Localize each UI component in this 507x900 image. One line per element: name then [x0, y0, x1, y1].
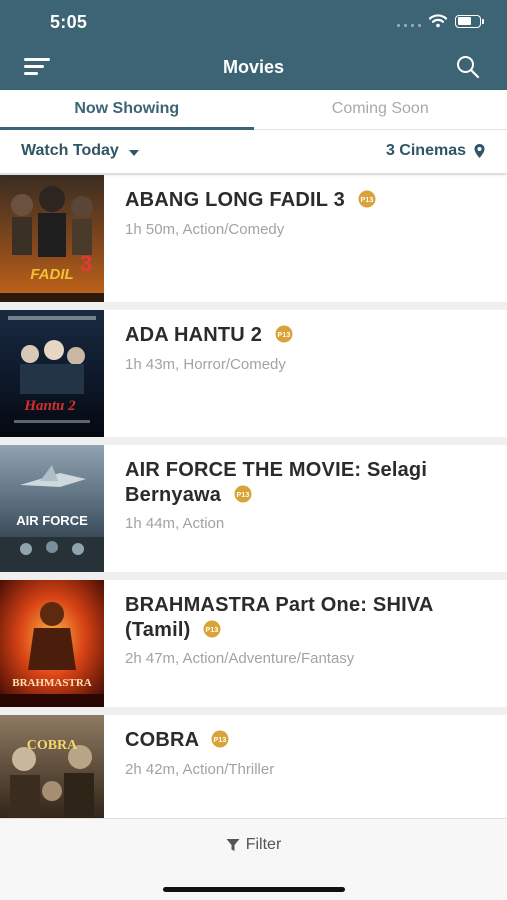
rating-badge-icon: P13	[234, 485, 252, 503]
movie-title: ADA HANTU 2 P13	[125, 323, 479, 348]
tab-bar: Now Showing Coming Soon	[0, 90, 507, 130]
location-pin-icon	[474, 144, 485, 158]
app-header: 5:05 Movies	[0, 0, 507, 90]
wifi-icon	[429, 14, 447, 28]
abang-long-fadil-poster: FADIL 3	[0, 175, 104, 302]
movie-title-text-line2: (Tamil)	[125, 619, 191, 641]
filter-funnel-icon	[226, 839, 240, 851]
cinema-selector[interactable]: 3 Cinemas	[386, 142, 485, 160]
cinema-selector-label: 3 Cinemas	[385, 142, 466, 159]
movie-title: AIR FORCE THE MOVIE: Selagi Bernyawa P13	[125, 458, 479, 508]
tab-coming-soon[interactable]: Coming Soon	[254, 90, 507, 129]
svg-text:BRAHMASTRA: BRAHMASTRA	[12, 677, 92, 689]
ada-hantu-poster: Hantu 2	[0, 310, 104, 437]
svg-text:3: 3	[80, 251, 92, 276]
movie-title-text-line2: Bernyawa	[125, 484, 222, 506]
search-button[interactable]	[455, 54, 481, 80]
signal-icon	[397, 15, 421, 27]
svg-text:AIR FORCE: AIR FORCE	[16, 513, 88, 528]
movie-meta: 1h 44m, Action	[125, 515, 225, 532]
rating-badge-icon: P13	[211, 730, 229, 748]
date-dropdown-label: Watch Today	[21, 142, 119, 159]
home-indicator[interactable]	[163, 887, 345, 892]
movie-meta: 1h 43m, Horror/Comedy	[125, 356, 286, 373]
filter-button[interactable]: Filter	[0, 836, 507, 854]
date-dropdown[interactable]: Watch Today	[21, 142, 139, 160]
rating-badge-icon: P13	[358, 190, 376, 208]
movie-list: FADIL 3 ABANG LONG FADIL 3 P13 1h 50m, A…	[0, 173, 507, 818]
movie-title: COBRA P13	[125, 728, 479, 753]
movie-title-text: AIR FORCE THE MOVIE: Selagi	[125, 459, 428, 481]
svg-text:FADIL: FADIL	[30, 266, 73, 283]
movie-title-text: BRAHMASTRA Part One: SHIVA	[125, 594, 434, 616]
rating-badge-icon: P13	[203, 620, 221, 638]
svg-text:P13: P13	[277, 332, 290, 339]
movie-title-text: COBRA	[125, 729, 199, 751]
battery-icon	[455, 14, 484, 28]
movie-title-text: ADA HANTU 2	[125, 324, 263, 346]
svg-text:COBRA: COBRA	[27, 738, 78, 753]
movie-title: ABANG LONG FADIL 3 P13	[125, 188, 479, 213]
filter-row: Watch Today 3 Cinemas	[0, 131, 507, 173]
caret-down-icon	[128, 149, 139, 156]
svg-text:P13: P13	[236, 492, 249, 499]
movie-meta: 2h 42m, Action/Thriller	[125, 761, 275, 778]
tab-now-showing[interactable]: Now Showing	[0, 90, 254, 130]
movie-item-cobra[interactable]: COBRA COBRA P13 2h 42m, Action/Thriller	[0, 715, 507, 818]
status-icons	[397, 14, 484, 28]
movie-item-brahmastra[interactable]: BRAHMASTRA BRAHMASTRA Part One: SHIVA (T…	[0, 580, 507, 707]
movie-item-ada-hantu-2[interactable]: Hantu 2 ADA HANTU 2 P13 1h 43m, Horror/C…	[0, 310, 507, 437]
svg-text:P13: P13	[206, 627, 219, 634]
air-force-poster: AIR FORCE	[0, 445, 104, 572]
svg-text:P13: P13	[360, 197, 373, 204]
movie-meta: 1h 50m, Action/Comedy	[125, 221, 285, 238]
brahmastra-poster: BRAHMASTRA	[0, 580, 104, 707]
movie-meta: 2h 47m, Action/Adventure/Fantasy	[125, 650, 355, 667]
page-title: Movies	[222, 57, 285, 77]
filter-button-label: Filter	[245, 836, 282, 853]
movie-title: BRAHMASTRA Part One: SHIVA (Tamil) P13	[125, 593, 479, 643]
rating-badge-icon: P13	[275, 325, 293, 343]
status-time: 5:05	[50, 12, 88, 32]
svg-text:P13: P13	[214, 737, 227, 744]
movie-item-abang-long-fadil-3[interactable]: FADIL 3 ABANG LONG FADIL 3 P13 1h 50m, A…	[0, 175, 507, 302]
search-icon	[457, 56, 480, 79]
cobra-poster: COBRA	[0, 715, 104, 818]
bottom-bar: Filter	[0, 818, 507, 900]
movie-title-text: ABANG LONG FADIL 3	[125, 189, 345, 211]
svg-text:Hantu 2: Hantu 2	[23, 398, 76, 414]
movie-item-air-force[interactable]: AIR FORCE AIR FORCE THE MOVIE: Selagi Be…	[0, 445, 507, 572]
